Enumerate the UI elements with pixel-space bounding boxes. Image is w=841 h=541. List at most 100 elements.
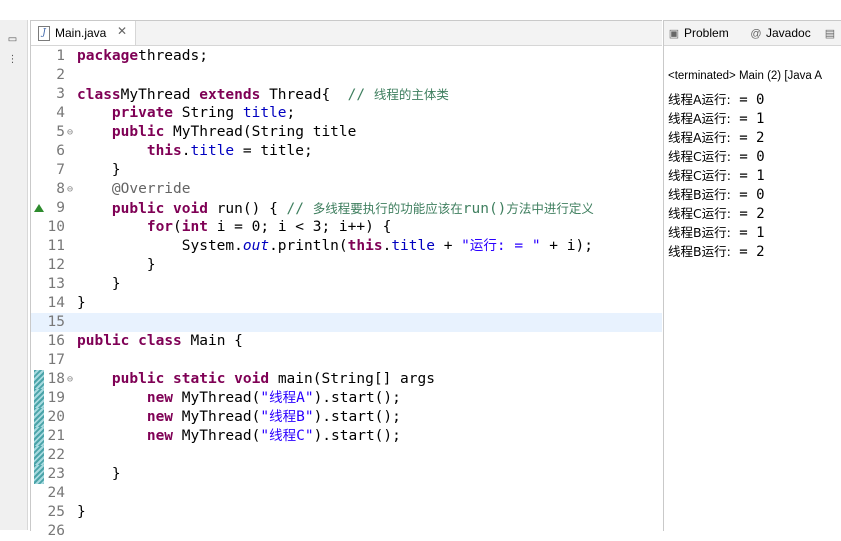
line-number: 18 [47,371,65,387]
code-line[interactable]: 25} [31,503,662,522]
code-token: @Override [111,181,191,197]
code-line[interactable]: 8 ⊖ @Override [31,180,662,199]
tab-problem[interactable]: ▣ Problem [668,26,729,40]
code-token: package [77,48,139,64]
console-prefix: 线程B运行: [668,187,731,202]
code-text: public void run() { // 多线程要执行的功能应该在run()… [77,199,594,219]
code-token: main(String[] [269,371,401,387]
code-line[interactable]: 18 ⊖ public static void main(String[] arg… [31,370,662,389]
code-text: new MyThread("线程A").start(); [77,389,401,408]
code-token: B" [296,409,314,425]
window-top-strip [0,0,841,20]
code-line[interactable]: 14} [31,294,662,313]
console-value: = 2 [730,244,765,260]
code-text: @Override [77,180,191,199]
fold-toggle-icon[interactable]: ⊖ [67,370,73,389]
line-number: 14 [47,295,65,311]
console-value: = 0 [730,92,765,108]
code-text: new MyThread("线程B").start(); [77,408,401,427]
code-line[interactable]: 17 [31,351,662,370]
code-line[interactable]: 7 } [31,161,662,180]
tab-declaration[interactable]: ▤ [824,26,840,40]
code-token: ).start(); [313,428,401,444]
code-line[interactable]: 5 ⊖ public MyThread(String title [31,123,662,142]
code-line[interactable]: 4 private String title; [31,104,662,123]
line-number: 24 [47,485,65,501]
line-number: 2 [56,67,65,83]
tab-label: Main.java [55,26,107,40]
code-token: i = 0; i < 3; i++) { [207,219,392,235]
code-text: this.title = title; [77,142,313,161]
code-token: + [434,238,462,254]
outline-view-icon[interactable]: ⋮ [7,54,18,65]
code-line[interactable]: 15 [31,313,662,332]
code-token: class [138,333,182,349]
code-text: } [77,465,121,484]
console-line: 线程C运行: = 0 [668,147,765,166]
code-token: + i); [540,238,593,254]
code-line[interactable]: 1 packagethreads; [31,47,662,66]
code-line[interactable]: 2 [31,66,662,85]
code-token: C" [296,428,314,444]
line-number: 13 [47,276,65,292]
code-token: void [234,371,270,387]
code-token: 线程 [269,409,297,425]
code-token: args [400,371,435,387]
code-token: . [181,143,191,159]
code-line[interactable]: 3 classMyThread extends Thread{ // 线程的主体类 [31,85,662,104]
code-line[interactable]: 26 [31,522,662,541]
console-value: = 0 [730,149,765,165]
console-prefix: 线程C运行: [668,206,731,221]
console-value: = 1 [730,225,765,241]
restore-icon[interactable]: ▭ [7,34,18,45]
code-line[interactable]: 20 new MyThread("线程B").start(); [31,408,662,427]
code-token: ).start(); [313,390,401,406]
code-token: " [461,238,470,254]
line-number: 5 [56,124,65,140]
code-token: System. [77,238,243,254]
code-line[interactable]: 6 this.title = title; [31,142,662,161]
code-line[interactable]: 19 new MyThread("线程A").start(); [31,389,662,408]
code-line[interactable]: 12 } [31,256,662,275]
line-number: 17 [47,352,65,368]
line-number: 3 [56,86,65,102]
code-token: . [382,238,392,254]
console-view: ▣ Problem @ Javadoc ▤ <terminated> Main (2) … [663,20,841,531]
console-value: = 1 [730,168,765,184]
code-token: 方法中进行定义 [506,201,594,216]
code-area[interactable]: 1 packagethreads; 2 3 classMyThread extends … [31,47,662,541]
console-value: = 2 [730,206,765,222]
code-line[interactable]: 10 for(int i = 0; i < 3; i++) { [31,218,662,237]
console-prefix: 线程C运行: [668,168,731,183]
fold-toggle-icon[interactable]: ⊖ [67,123,73,142]
code-token: MyThread(String [164,124,313,140]
code-line[interactable]: 11 System.out.println(this.title + "运行: … [31,237,662,256]
code-line[interactable]: 16 public class Main { [31,332,662,351]
close-tab-icon[interactable]: ✕ [117,24,127,38]
code-token: out [242,238,270,254]
code-line[interactable]: 13 } [31,275,662,294]
tab-javadoc[interactable]: @ Javadoc [750,26,810,40]
code-line[interactable]: 23 } [31,465,662,484]
line-number: 8 [56,181,65,197]
fold-toggle-icon[interactable]: ⊖ [67,180,73,199]
code-line[interactable]: 21 new MyThread("线程C").start(); [31,427,662,446]
code-token: public [111,124,165,140]
code-token: .println( [269,238,348,254]
code-token: " [260,428,270,444]
console-status: <terminated> Main (2) [Java A [668,70,823,82]
code-line[interactable]: 22 [31,446,662,465]
console-value: = 2 [730,130,765,146]
code-line[interactable]: 9 public void run() { // 多线程要执行的功能应该在run… [31,199,662,218]
code-line[interactable]: 24 [31,484,662,503]
code-token: extends [190,87,261,103]
console-line: 线程C运行: = 1 [668,166,765,185]
tab-main-java[interactable]: J Main.java ✕ [31,21,136,45]
